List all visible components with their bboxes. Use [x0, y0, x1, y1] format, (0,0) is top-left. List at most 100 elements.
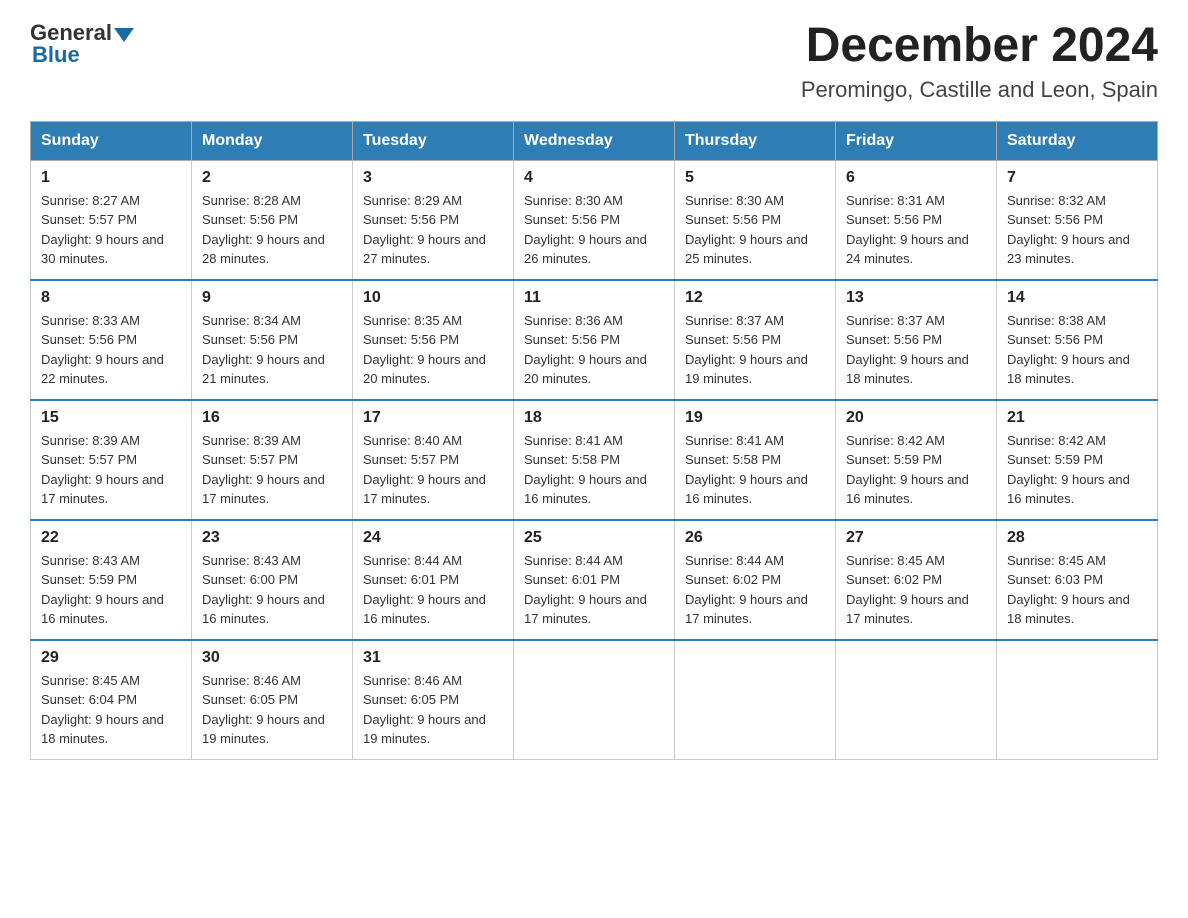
calendar-cell: 26 Sunrise: 8:44 AMSunset: 6:02 PMDaylig… — [675, 520, 836, 640]
day-number: 2 — [202, 169, 342, 187]
day-info: Sunrise: 8:37 AMSunset: 5:56 PMDaylight:… — [685, 311, 825, 389]
day-number: 24 — [363, 529, 503, 547]
day-info: Sunrise: 8:36 AMSunset: 5:56 PMDaylight:… — [524, 311, 664, 389]
day-number: 9 — [202, 289, 342, 307]
calendar-cell: 10 Sunrise: 8:35 AMSunset: 5:56 PMDaylig… — [353, 280, 514, 400]
logo-blue-text: Blue — [32, 42, 80, 68]
day-number: 5 — [685, 169, 825, 187]
day-number: 8 — [41, 289, 181, 307]
day-number: 15 — [41, 409, 181, 427]
calendar-cell: 22 Sunrise: 8:43 AMSunset: 5:59 PMDaylig… — [31, 520, 192, 640]
logo-arrow-icon — [114, 28, 134, 42]
calendar-header-friday: Friday — [836, 121, 997, 160]
day-number: 22 — [41, 529, 181, 547]
day-info: Sunrise: 8:31 AMSunset: 5:56 PMDaylight:… — [846, 191, 986, 269]
calendar-cell: 5 Sunrise: 8:30 AMSunset: 5:56 PMDayligh… — [675, 160, 836, 280]
calendar-cell: 28 Sunrise: 8:45 AMSunset: 6:03 PMDaylig… — [997, 520, 1158, 640]
day-info: Sunrise: 8:37 AMSunset: 5:56 PMDaylight:… — [846, 311, 986, 389]
page-subtitle: Peromingo, Castille and Leon, Spain — [801, 77, 1158, 103]
calendar-cell: 6 Sunrise: 8:31 AMSunset: 5:56 PMDayligh… — [836, 160, 997, 280]
calendar-cell: 21 Sunrise: 8:42 AMSunset: 5:59 PMDaylig… — [997, 400, 1158, 520]
calendar-cell: 12 Sunrise: 8:37 AMSunset: 5:56 PMDaylig… — [675, 280, 836, 400]
calendar-cell: 7 Sunrise: 8:32 AMSunset: 5:56 PMDayligh… — [997, 160, 1158, 280]
day-number: 30 — [202, 649, 342, 667]
calendar-cell — [514, 640, 675, 760]
calendar-cell: 25 Sunrise: 8:44 AMSunset: 6:01 PMDaylig… — [514, 520, 675, 640]
calendar-cell — [836, 640, 997, 760]
day-info: Sunrise: 8:42 AMSunset: 5:59 PMDaylight:… — [846, 431, 986, 509]
day-info: Sunrise: 8:45 AMSunset: 6:02 PMDaylight:… — [846, 551, 986, 629]
calendar-week-row: 22 Sunrise: 8:43 AMSunset: 5:59 PMDaylig… — [31, 520, 1158, 640]
day-info: Sunrise: 8:34 AMSunset: 5:56 PMDaylight:… — [202, 311, 342, 389]
day-number: 23 — [202, 529, 342, 547]
day-number: 14 — [1007, 289, 1147, 307]
day-info: Sunrise: 8:27 AMSunset: 5:57 PMDaylight:… — [41, 191, 181, 269]
page-title: December 2024 — [801, 20, 1158, 73]
calendar-week-row: 8 Sunrise: 8:33 AMSunset: 5:56 PMDayligh… — [31, 280, 1158, 400]
calendar-header-sunday: Sunday — [31, 121, 192, 160]
calendar-cell: 17 Sunrise: 8:40 AMSunset: 5:57 PMDaylig… — [353, 400, 514, 520]
calendar-cell: 19 Sunrise: 8:41 AMSunset: 5:58 PMDaylig… — [675, 400, 836, 520]
calendar-cell: 30 Sunrise: 8:46 AMSunset: 6:05 PMDaylig… — [192, 640, 353, 760]
calendar-header-row: SundayMondayTuesdayWednesdayThursdayFrid… — [31, 121, 1158, 160]
calendar-table: SundayMondayTuesdayWednesdayThursdayFrid… — [30, 121, 1158, 760]
calendar-cell: 4 Sunrise: 8:30 AMSunset: 5:56 PMDayligh… — [514, 160, 675, 280]
day-number: 28 — [1007, 529, 1147, 547]
day-info: Sunrise: 8:40 AMSunset: 5:57 PMDaylight:… — [363, 431, 503, 509]
day-number: 18 — [524, 409, 664, 427]
day-number: 25 — [524, 529, 664, 547]
calendar-header-tuesday: Tuesday — [353, 121, 514, 160]
calendar-cell: 23 Sunrise: 8:43 AMSunset: 6:00 PMDaylig… — [192, 520, 353, 640]
day-info: Sunrise: 8:46 AMSunset: 6:05 PMDaylight:… — [363, 671, 503, 749]
calendar-cell: 16 Sunrise: 8:39 AMSunset: 5:57 PMDaylig… — [192, 400, 353, 520]
calendar-header-saturday: Saturday — [997, 121, 1158, 160]
day-number: 7 — [1007, 169, 1147, 187]
day-info: Sunrise: 8:44 AMSunset: 6:02 PMDaylight:… — [685, 551, 825, 629]
day-number: 13 — [846, 289, 986, 307]
title-block: December 2024 Peromingo, Castille and Le… — [801, 20, 1158, 103]
day-number: 1 — [41, 169, 181, 187]
day-info: Sunrise: 8:42 AMSunset: 5:59 PMDaylight:… — [1007, 431, 1147, 509]
day-info: Sunrise: 8:43 AMSunset: 5:59 PMDaylight:… — [41, 551, 181, 629]
page-header: General Blue December 2024 Peromingo, Ca… — [30, 20, 1158, 103]
calendar-week-row: 1 Sunrise: 8:27 AMSunset: 5:57 PMDayligh… — [31, 160, 1158, 280]
calendar-cell: 14 Sunrise: 8:38 AMSunset: 5:56 PMDaylig… — [997, 280, 1158, 400]
day-number: 21 — [1007, 409, 1147, 427]
day-number: 16 — [202, 409, 342, 427]
calendar-cell: 1 Sunrise: 8:27 AMSunset: 5:57 PMDayligh… — [31, 160, 192, 280]
calendar-cell: 18 Sunrise: 8:41 AMSunset: 5:58 PMDaylig… — [514, 400, 675, 520]
day-number: 29 — [41, 649, 181, 667]
calendar-cell: 9 Sunrise: 8:34 AMSunset: 5:56 PMDayligh… — [192, 280, 353, 400]
day-number: 26 — [685, 529, 825, 547]
calendar-cell: 20 Sunrise: 8:42 AMSunset: 5:59 PMDaylig… — [836, 400, 997, 520]
day-info: Sunrise: 8:33 AMSunset: 5:56 PMDaylight:… — [41, 311, 181, 389]
calendar-cell: 3 Sunrise: 8:29 AMSunset: 5:56 PMDayligh… — [353, 160, 514, 280]
calendar-cell: 15 Sunrise: 8:39 AMSunset: 5:57 PMDaylig… — [31, 400, 192, 520]
day-info: Sunrise: 8:30 AMSunset: 5:56 PMDaylight:… — [524, 191, 664, 269]
day-info: Sunrise: 8:45 AMSunset: 6:04 PMDaylight:… — [41, 671, 181, 749]
calendar-header-thursday: Thursday — [675, 121, 836, 160]
calendar-cell: 29 Sunrise: 8:45 AMSunset: 6:04 PMDaylig… — [31, 640, 192, 760]
calendar-header-monday: Monday — [192, 121, 353, 160]
day-number: 10 — [363, 289, 503, 307]
day-info: Sunrise: 8:44 AMSunset: 6:01 PMDaylight:… — [524, 551, 664, 629]
calendar-cell: 2 Sunrise: 8:28 AMSunset: 5:56 PMDayligh… — [192, 160, 353, 280]
day-number: 19 — [685, 409, 825, 427]
logo: General Blue — [30, 20, 136, 68]
calendar-cell: 24 Sunrise: 8:44 AMSunset: 6:01 PMDaylig… — [353, 520, 514, 640]
day-info: Sunrise: 8:29 AMSunset: 5:56 PMDaylight:… — [363, 191, 503, 269]
calendar-week-row: 15 Sunrise: 8:39 AMSunset: 5:57 PMDaylig… — [31, 400, 1158, 520]
day-info: Sunrise: 8:43 AMSunset: 6:00 PMDaylight:… — [202, 551, 342, 629]
calendar-cell: 13 Sunrise: 8:37 AMSunset: 5:56 PMDaylig… — [836, 280, 997, 400]
day-info: Sunrise: 8:28 AMSunset: 5:56 PMDaylight:… — [202, 191, 342, 269]
calendar-cell: 8 Sunrise: 8:33 AMSunset: 5:56 PMDayligh… — [31, 280, 192, 400]
day-number: 12 — [685, 289, 825, 307]
day-info: Sunrise: 8:41 AMSunset: 5:58 PMDaylight:… — [685, 431, 825, 509]
day-number: 17 — [363, 409, 503, 427]
day-number: 4 — [524, 169, 664, 187]
day-info: Sunrise: 8:44 AMSunset: 6:01 PMDaylight:… — [363, 551, 503, 629]
day-info: Sunrise: 8:45 AMSunset: 6:03 PMDaylight:… — [1007, 551, 1147, 629]
day-info: Sunrise: 8:39 AMSunset: 5:57 PMDaylight:… — [41, 431, 181, 509]
day-number: 27 — [846, 529, 986, 547]
day-info: Sunrise: 8:38 AMSunset: 5:56 PMDaylight:… — [1007, 311, 1147, 389]
